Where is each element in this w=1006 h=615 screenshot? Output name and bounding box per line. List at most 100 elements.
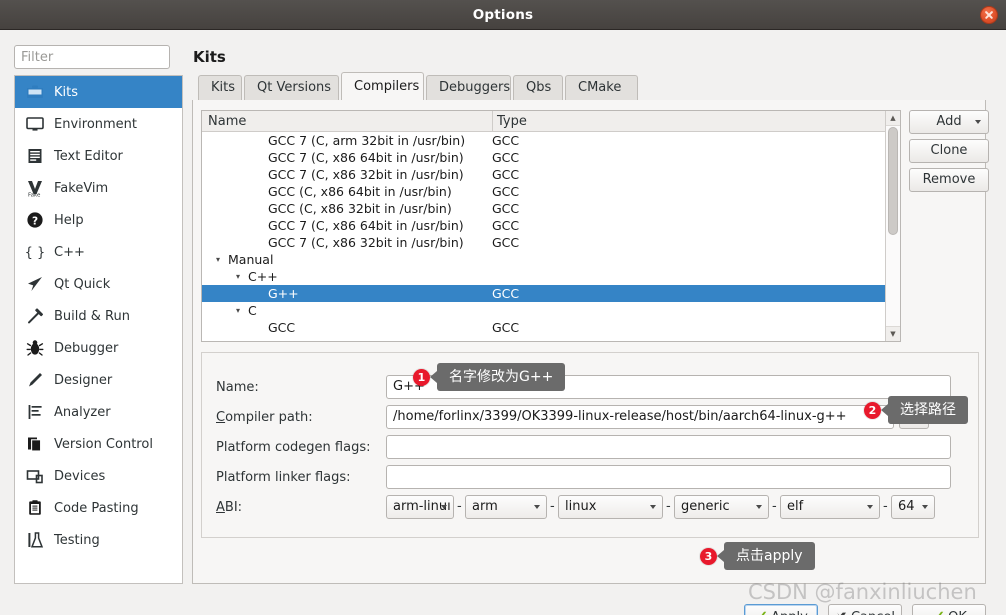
table-row[interactable]: GCC 7 (C, x86 64bit in /usr/bin) GCC	[202, 217, 900, 234]
abi-combo-0[interactable]: arm-linuı	[386, 495, 454, 519]
sidebar-item-debugger[interactable]: Debugger	[15, 332, 182, 364]
table-row[interactable]: C++ ▾	[202, 268, 900, 285]
filter-input[interactable]	[14, 45, 170, 69]
tree-vertical-scrollbar[interactable]: ▲ ▼	[885, 111, 900, 341]
sidebar-item-qt-quick[interactable]: Qt Quick	[15, 268, 182, 300]
sidebar-item-kits[interactable]: Kits	[15, 76, 182, 108]
sidebar-item-text-editor[interactable]: Text Editor	[15, 140, 182, 172]
sidebar-item-label: Help	[54, 212, 84, 228]
monitor-icon	[25, 114, 45, 134]
add-button[interactable]: Add	[909, 110, 989, 134]
compiler-type-cell: GCC	[492, 218, 520, 233]
sidebar-item-help[interactable]: ? Help	[15, 204, 182, 236]
abi-combo-value: elf	[787, 499, 804, 514]
sidebar-item-label: Build & Run	[54, 308, 130, 324]
scroll-down-icon[interactable]: ▼	[886, 326, 900, 341]
page-title: Kits	[193, 48, 226, 66]
compiler-type-cell: GCC	[492, 201, 520, 216]
abi-combo-4[interactable]: elf	[780, 495, 880, 519]
table-row[interactable]: C ▾	[202, 302, 900, 319]
scrollbar-thumb[interactable]	[888, 127, 898, 235]
sidebar-item-build-run[interactable]: Build & Run	[15, 300, 182, 332]
compiler-type-cell: GCC	[492, 150, 520, 165]
check-icon	[938, 611, 944, 615]
sidebar-item-c[interactable]: { } C++	[15, 236, 182, 268]
disclosure-triangle-icon[interactable]: ▾	[233, 272, 243, 281]
svg-text:{ }: { }	[25, 246, 45, 261]
table-row[interactable]: GCC (C, x86 32bit in /usr/bin) GCC	[202, 200, 900, 217]
abi-combo-value: linux	[565, 499, 597, 514]
settings-category-list[interactable]: Kits Environment Text Editor Fake FakeVim? He…	[14, 75, 183, 584]
chevron-down-icon	[441, 505, 447, 509]
sidebar-item-version-control[interactable]: Version Control	[15, 428, 182, 460]
cancel-button[interactable]: Cancel	[828, 604, 902, 615]
codegen-flags-field[interactable]	[386, 435, 951, 459]
disclosure-triangle-icon[interactable]: ▾	[233, 306, 243, 315]
compilers-tree-body[interactable]: GCC 7 (C, arm 32bit in /usr/bin) GCC GCC 7…	[202, 132, 900, 336]
compiler-type-cell: GCC	[492, 320, 520, 335]
tab-debuggers[interactable]: Debuggers	[426, 75, 511, 100]
clone-button[interactable]: Clone	[909, 139, 989, 163]
svg-text:Fake: Fake	[28, 193, 41, 199]
tab-bar[interactable]: Kits Qt Versions Compilers Debuggers Qbs CMak…	[192, 72, 986, 101]
abi-combo-5[interactable]: 64	[891, 495, 935, 519]
compiler-name-cell: GCC 7 (C, arm 32bit in /usr/bin)	[268, 133, 466, 148]
sidebar-item-code-pasting[interactable]: Code Pasting	[15, 492, 182, 524]
table-row[interactable]: GCC 7 (C, x86 64bit in /usr/bin) GCC	[202, 149, 900, 166]
abi-combo-3[interactable]: generic	[674, 495, 769, 519]
compiler-type-cell: GCC	[492, 184, 520, 199]
sidebar-item-designer[interactable]: Designer	[15, 364, 182, 396]
table-row[interactable]: GCC 7 (C, x86 32bit in /usr/bin) GCC	[202, 166, 900, 183]
sidebar-item-analyzer[interactable]: Analyzer	[15, 396, 182, 428]
table-row[interactable]: GCC 7 (C, x86 32bit in /usr/bin) GCC	[202, 234, 900, 251]
annotation-badge-2: 2	[864, 402, 881, 419]
dialog-body: Kits Environment Text Editor Fake FakeVim? He…	[0, 30, 1006, 615]
table-row[interactable]: Manual ▾	[202, 251, 900, 268]
sidebar-item-devices[interactable]: Devices	[15, 460, 182, 492]
apply-button[interactable]: Apply	[744, 604, 818, 615]
clipboard-icon	[25, 498, 45, 518]
bug-icon	[25, 338, 45, 358]
fakevim-icon: Fake	[25, 178, 45, 198]
compiler-name-cell: G++	[268, 286, 299, 301]
disclosure-triangle-icon[interactable]: ▾	[213, 255, 223, 264]
svg-text:?: ?	[32, 215, 38, 227]
compiler-name-cell: GCC (C, x86 64bit in /usr/bin)	[268, 184, 452, 199]
table-row[interactable]: GCC 7 (C, arm 32bit in /usr/bin) GCC	[202, 132, 900, 149]
abi-combo-1[interactable]: arm	[465, 495, 547, 519]
linker-flags-field[interactable]	[386, 465, 951, 489]
analyzer-icon	[25, 402, 45, 422]
column-header-name: Name	[208, 113, 247, 129]
copy-pages-icon	[25, 434, 45, 454]
name-label: Name:	[216, 380, 259, 395]
compiler-details-form: Name: G++ Compiler path: /home/forlinx/3…	[201, 352, 979, 538]
tab-kits[interactable]: Kits	[198, 75, 242, 100]
sidebar-item-label: Code Pasting	[54, 500, 139, 516]
scroll-up-icon[interactable]: ▲	[886, 111, 900, 126]
table-row[interactable]: G++ GCC	[202, 285, 900, 302]
sidebar-item-fakevim[interactable]: Fake FakeVim	[15, 172, 182, 204]
dialog-button-bar: Apply Cancel OK	[0, 586, 1006, 615]
ok-button[interactable]: OK	[912, 604, 986, 615]
remove-button[interactable]: Remove	[909, 168, 989, 192]
tab-qt-versions[interactable]: Qt Versions	[244, 75, 339, 100]
compiler-path-field[interactable]: /home/forlinx/3399/OK3399-linux-release/…	[386, 405, 894, 429]
abi-combo-2[interactable]: linux	[558, 495, 663, 519]
table-row[interactable]: GCC GCC	[202, 319, 900, 336]
window-title: Options	[472, 7, 534, 23]
sidebar-item-environment[interactable]: Environment	[15, 108, 182, 140]
annotation-callout-3: 点击apply	[717, 542, 815, 570]
table-row[interactable]: GCC (C, x86 64bit in /usr/bin) GCC	[202, 183, 900, 200]
kits-icon	[25, 82, 45, 102]
sidebar-item-testing[interactable]: Testing	[15, 524, 182, 556]
pencil-icon	[25, 370, 45, 390]
tab-compilers[interactable]: Compilers	[341, 72, 424, 100]
options-dialog: Options KitsEnvironmentText EditorFakeFa…	[0, 0, 1006, 615]
abi-separator: -	[550, 499, 555, 514]
check-icon	[761, 611, 767, 615]
compilers-tree[interactable]: Name Type GCC 7 (C, arm 32bit in /usr/bi…	[201, 110, 901, 342]
tab-qbs[interactable]: Qbs	[513, 75, 563, 100]
tab-cmake[interactable]: CMake	[565, 75, 638, 100]
sidebar-item-label: Analyzer	[54, 404, 111, 420]
close-icon[interactable]	[980, 6, 998, 24]
